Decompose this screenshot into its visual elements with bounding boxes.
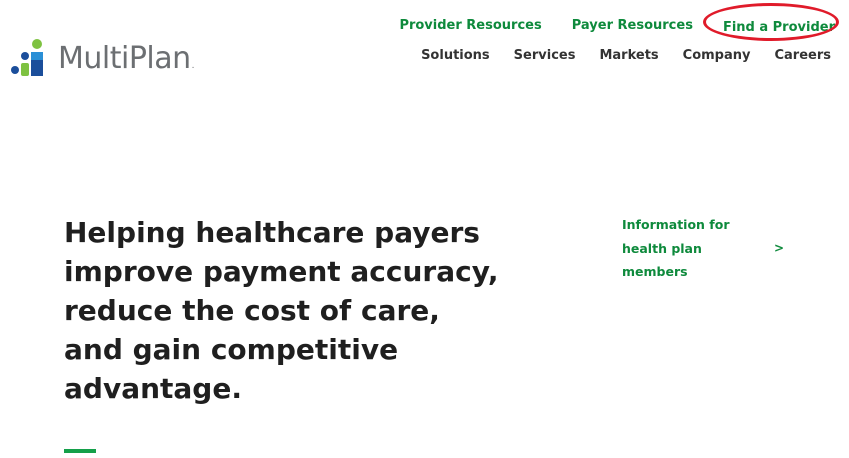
health-plan-members-text: Information for health plan members: [622, 217, 730, 279]
health-plan-members-link[interactable]: Information for health plan members >: [622, 213, 792, 284]
main-nav: Solutions Services Markets Company Caree…: [421, 48, 831, 63]
hero-accent-divider: [64, 449, 96, 453]
multiplan-logo[interactable]: MultiPlan.: [10, 38, 195, 78]
hero-headline: Helping healthcare payers improve paymen…: [64, 216, 499, 405]
nav-careers[interactable]: Careers: [774, 48, 831, 63]
multiplan-logo-mark-icon: [11, 39, 43, 76]
nav-company[interactable]: Company: [683, 48, 751, 63]
page: MultiPlan. Provider Resources Payer Reso…: [0, 0, 849, 458]
provider-resources-link[interactable]: Provider Resources: [399, 18, 541, 33]
payer-resources-link[interactable]: Payer Resources: [572, 18, 693, 33]
nav-solutions[interactable]: Solutions: [421, 48, 490, 63]
utility-nav: Provider Resources Payer Resources Find …: [399, 3, 839, 41]
find-a-provider-link[interactable]: Find a Provider: [723, 20, 835, 35]
chevron-right-icon: >: [774, 241, 785, 256]
find-a-provider-wrapper: Find a Provider: [702, 3, 839, 41]
nav-services[interactable]: Services: [514, 48, 576, 63]
logo-registered-mark: .: [191, 60, 195, 71]
logo-wordmark: MultiPlan.: [58, 40, 195, 76]
nav-markets[interactable]: Markets: [599, 48, 658, 63]
